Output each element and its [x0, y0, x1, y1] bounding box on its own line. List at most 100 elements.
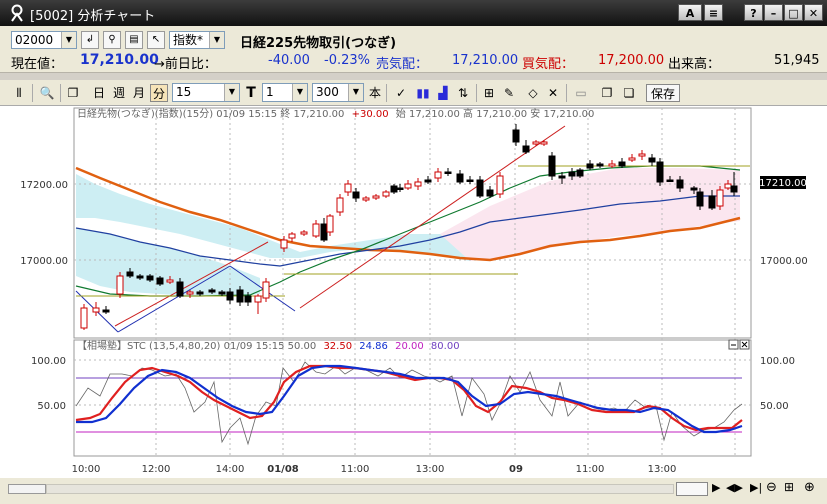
day-button[interactable]: 日: [90, 84, 108, 102]
separator: [476, 84, 477, 102]
bid-label: 買気配：: [522, 57, 575, 72]
code-combo[interactable]: 02000 ▼: [11, 31, 77, 49]
candle-body: [396, 187, 404, 190]
candle-body: [724, 183, 732, 189]
eraser-icon[interactable]: ◇: [524, 84, 542, 102]
scroll-thumb[interactable]: [676, 482, 708, 496]
candle-body: [540, 141, 548, 145]
candle-body: [558, 175, 566, 179]
osc-v2: 24.86: [359, 341, 388, 352]
updown-icon[interactable]: ⇅: [454, 84, 472, 102]
index-select[interactable]: 指数* ▼: [169, 31, 225, 49]
delete-icon[interactable]: ✕: [544, 84, 562, 102]
chevron-down-icon[interactable]: ▼: [348, 84, 363, 101]
time-axis: 10:00 12:00 14:00 01/08 11:00 13:00 09 1…: [72, 464, 677, 475]
chevron-down-icon[interactable]: ▼: [224, 84, 239, 101]
chevron-down-icon[interactable]: ▼: [292, 84, 307, 101]
page-link-icon[interactable]: ❏: [620, 84, 638, 102]
horizontal-scrollbar[interactable]: [8, 484, 46, 494]
save-button[interactable]: 保存: [646, 84, 680, 102]
list-icon[interactable]: ≡: [704, 4, 723, 21]
code-value: 02000: [15, 33, 54, 47]
osc-tick-left-2: 50.00: [37, 401, 66, 412]
help-button[interactable]: ?: [744, 4, 763, 21]
week-button[interactable]: 週: [110, 84, 128, 102]
scroll-right-icon[interactable]: ▶: [712, 481, 720, 494]
pencil-icon[interactable]: ✎: [500, 84, 518, 102]
candle-body: [444, 171, 452, 174]
chevron-down-icon[interactable]: ▼: [61, 32, 76, 48]
trend-icon[interactable]: ✓: [392, 84, 410, 102]
binoculars-icon[interactable]: ⚲: [103, 31, 121, 49]
a-button[interactable]: A: [678, 4, 702, 21]
print-icon[interactable]: ▭: [572, 84, 590, 102]
candle-body: [568, 171, 576, 177]
bar-chart-icon[interactable]: ▟: [434, 84, 452, 102]
cursor-tool-icon[interactable]: ↖: [147, 31, 165, 49]
candle-body: [300, 231, 308, 235]
grid-icon[interactable]: ⊞: [480, 84, 498, 102]
chart-list-icon[interactable]: ▤: [125, 31, 143, 49]
candle-body: [576, 169, 584, 177]
copy-icon[interactable]: ❐: [64, 84, 82, 102]
bars-icon[interactable]: ▮▮: [414, 84, 432, 102]
t-icon[interactable]: T: [244, 84, 258, 102]
jump-icon[interactable]: ↲: [81, 31, 99, 49]
candle-body: [404, 183, 412, 189]
minute-button[interactable]: 分: [150, 84, 168, 102]
candle-body: [618, 161, 626, 167]
page-icon[interactable]: ❐: [598, 84, 616, 102]
count-value: 300: [316, 85, 339, 99]
candle-body: [548, 155, 556, 177]
chart-canvas[interactable]: 17200.00 17000.00 17000.00 17210.00 日経先物…: [0, 106, 827, 478]
candle-body: [236, 289, 244, 303]
chart-toolbar: ⫴ 🔍 ❐ 日 週 月 分 15 ▼ T 1 ▼ 300 ▼ 本 ✓ ▮▮ ▟ …: [0, 80, 827, 106]
time-tick: 13:00: [648, 464, 677, 475]
candle-body: [226, 291, 234, 301]
t-select[interactable]: 1 ▼: [262, 83, 308, 102]
candle-body: [476, 179, 484, 197]
interval-select[interactable]: 15 ▼: [172, 83, 240, 102]
candle-body: [336, 197, 344, 213]
ask-value: 17,210.00: [452, 53, 519, 68]
close-button[interactable]: ✕: [804, 4, 823, 21]
candle-body: [208, 289, 216, 293]
candle-body: [102, 309, 110, 313]
osc-tick-right-2: 50.00: [760, 401, 789, 412]
last-price-label: 17210.00: [759, 178, 807, 189]
zoom-icon[interactable]: 🔍: [38, 84, 56, 102]
prev-label: →前日比：: [154, 57, 217, 72]
maximize-button[interactable]: □: [784, 4, 803, 21]
candle-body: [456, 173, 464, 183]
osc-header: 【相場塾】STC (13,5,4,80,20) 01/09 15:15 50.0…: [77, 339, 460, 352]
fast-forward-icon[interactable]: ◀▶: [726, 481, 743, 494]
candle-body: [262, 281, 270, 299]
month-button[interactable]: 月: [130, 84, 148, 102]
candle-body: [532, 141, 540, 145]
time-tick: 11:00: [576, 464, 605, 475]
scroll-track[interactable]: [46, 484, 674, 494]
candle-body: [496, 175, 504, 195]
chart-area[interactable]: 17200.00 17000.00 17000.00 17210.00 日経先物…: [0, 106, 827, 478]
candle-body: [92, 307, 100, 313]
time-tick: 14:00: [216, 464, 245, 475]
zoom-in-icon[interactable]: ⊕: [804, 480, 815, 495]
candle-body: [136, 275, 144, 279]
candle-body: [708, 195, 716, 209]
scroll-end-icon[interactable]: ▶|: [750, 481, 762, 494]
chevron-down-icon[interactable]: ▼: [209, 32, 224, 48]
candle-body: [414, 181, 422, 187]
candle-body: [628, 157, 636, 161]
candle-body: [196, 291, 204, 295]
time-tick: 01/08: [267, 464, 299, 475]
candle-body: [466, 179, 474, 182]
minimize-button[interactable]: –: [764, 4, 783, 21]
zoom-out-icon[interactable]: ⊖: [766, 480, 777, 495]
candle-body: [362, 197, 370, 201]
count-select[interactable]: 300 ▼: [312, 83, 364, 102]
time-tick: 11:00: [341, 464, 370, 475]
grid-view-icon[interactable]: ⊞: [784, 480, 794, 494]
time-tick: 10:00: [72, 464, 101, 475]
candle-body: [696, 191, 704, 207]
candle-icon[interactable]: ⫴: [10, 84, 28, 102]
